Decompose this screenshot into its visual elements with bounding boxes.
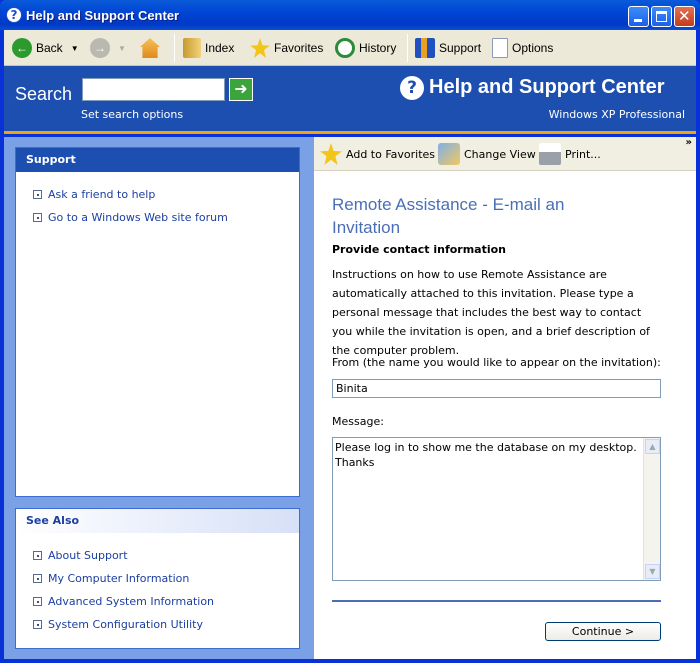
print-label: Print... <box>565 147 601 161</box>
back-button[interactable]: ← Back ▼ <box>12 36 79 60</box>
page-title: Remote Assistance - E-mail an Invitation <box>332 195 565 237</box>
brand-subtitle: Windows XP Professional <box>548 108 685 121</box>
scroll-down-icon[interactable]: ▼ <box>645 564 660 579</box>
maximize-icon <box>656 11 667 22</box>
chevron-down-icon: ▼ <box>118 43 126 53</box>
options-label: Options <box>512 41 554 55</box>
forward-button[interactable]: → ▼ <box>90 36 126 60</box>
search-label: Search <box>15 84 73 104</box>
help-logo-icon: ? <box>400 76 424 100</box>
maximize-button[interactable] <box>651 6 672 27</box>
support-icon <box>415 38 435 58</box>
add-favorites-button[interactable]: Add to Favorites <box>320 143 435 165</box>
bullet-icon <box>33 190 42 199</box>
star-icon <box>250 38 270 58</box>
help-icon: ? <box>6 7 22 23</box>
bullet-icon <box>33 551 42 560</box>
sidebar-link[interactable]: System Configuration Utility <box>33 618 203 631</box>
sidebar-link-label: My Computer Information <box>48 572 190 585</box>
chevron-more-icon[interactable]: » <box>686 137 692 148</box>
support-heading: Support <box>16 148 299 172</box>
message-label: Message: <box>332 415 384 428</box>
bullet-icon <box>33 597 42 606</box>
title-bar[interactable]: ? Help and Support Center ✕ <box>0 0 700 30</box>
change-view-label: Change View <box>464 147 536 161</box>
continue-button[interactable]: Continue > <box>545 622 661 641</box>
history-label: History <box>359 41 397 55</box>
main-toolbar: ← Back ▼ → ▼ Index Favorites History Sup… <box>4 30 696 66</box>
add-favorites-label: Add to Favorites <box>346 147 436 161</box>
sidebar-link-label: Advanced System Information <box>48 595 215 608</box>
favorites-button[interactable]: Favorites <box>250 36 323 60</box>
checklist-icon <box>492 38 508 58</box>
sidebar-link[interactable]: My Computer Information <box>33 572 189 585</box>
close-button[interactable]: ✕ <box>674 6 695 27</box>
index-label: Index <box>205 41 235 55</box>
close-icon: ✕ <box>678 7 691 25</box>
from-name-input[interactable] <box>332 379 661 398</box>
minimize-icon <box>634 19 642 22</box>
clock-icon <box>335 38 355 58</box>
sidebar-link[interactable]: Ask a friend to help <box>33 188 155 201</box>
toolbar-separator <box>407 34 408 62</box>
arrow-right-icon: ➜ <box>234 79 248 98</box>
message-textarea[interactable]: Please log in to show me the database on… <box>332 437 661 581</box>
star-plus-icon <box>320 143 342 165</box>
minimize-button[interactable] <box>628 6 649 27</box>
back-label: Back <box>36 41 63 55</box>
left-pane: Support Ask a friend to help Go to a Win… <box>4 137 314 659</box>
search-options-link[interactable]: Set search options <box>81 108 183 121</box>
change-view-icon <box>438 143 460 165</box>
printer-icon <box>539 143 561 165</box>
divider <box>332 600 661 602</box>
toolbar-separator <box>174 34 175 62</box>
bullet-icon <box>33 574 42 583</box>
support-label: Support <box>439 41 482 55</box>
see-also-panel: See Also About Support My Computer Infor… <box>15 508 300 649</box>
support-panel: Support Ask a friend to help Go to a Win… <box>15 147 300 497</box>
sidebar-link-label: Go to a Windows Web site forum <box>48 211 228 224</box>
from-label: From (the name you would like to appear … <box>332 356 661 369</box>
book-icon <box>183 38 201 58</box>
bullet-icon <box>33 213 42 222</box>
sidebar-link-label: About Support <box>48 549 128 562</box>
options-button[interactable]: Options <box>492 36 553 60</box>
section-subheading: Provide contact information <box>332 243 507 256</box>
content-pane: Add to Favorites Change View Print... » … <box>314 137 696 659</box>
chevron-down-icon[interactable]: ▼ <box>71 44 79 53</box>
history-button[interactable]: History <box>335 36 396 60</box>
content-toolbar: Add to Favorites Change View Print... » <box>314 137 696 171</box>
sidebar-link-label: System Configuration Utility <box>48 618 203 631</box>
index-button[interactable]: Index <box>183 36 234 60</box>
forward-arrow-icon: → <box>90 38 110 58</box>
sidebar-link[interactable]: About Support <box>33 549 128 562</box>
header-banner: Search ➜ Set search options ? Help and S… <box>4 66 696 134</box>
scrollbar[interactable]: ▲ ▼ <box>643 438 660 580</box>
home-button[interactable] <box>140 36 164 60</box>
print-button[interactable]: Print... <box>539 143 601 165</box>
message-text: Please log in to show me the database on… <box>335 441 637 469</box>
sidebar-link-label: Ask a friend to help <box>48 188 156 201</box>
scroll-up-icon[interactable]: ▲ <box>645 439 660 454</box>
bullet-icon <box>33 620 42 629</box>
home-icon <box>140 38 160 58</box>
support-button[interactable]: Support <box>415 36 481 60</box>
search-input[interactable] <box>82 78 225 101</box>
window-title: Help and Support Center <box>26 8 180 23</box>
back-arrow-icon: ← <box>12 38 32 58</box>
brand-title: Help and Support Center <box>429 76 665 98</box>
change-view-button[interactable]: Change View <box>438 143 536 165</box>
sidebar-link[interactable]: Advanced System Information <box>33 595 214 608</box>
favorites-label: Favorites <box>274 41 324 55</box>
see-also-heading: See Also <box>16 509 299 533</box>
instructions-text: Instructions on how to use Remote Assist… <box>332 268 650 357</box>
search-go-button[interactable]: ➜ <box>229 78 253 101</box>
sidebar-link[interactable]: Go to a Windows Web site forum <box>33 211 228 224</box>
